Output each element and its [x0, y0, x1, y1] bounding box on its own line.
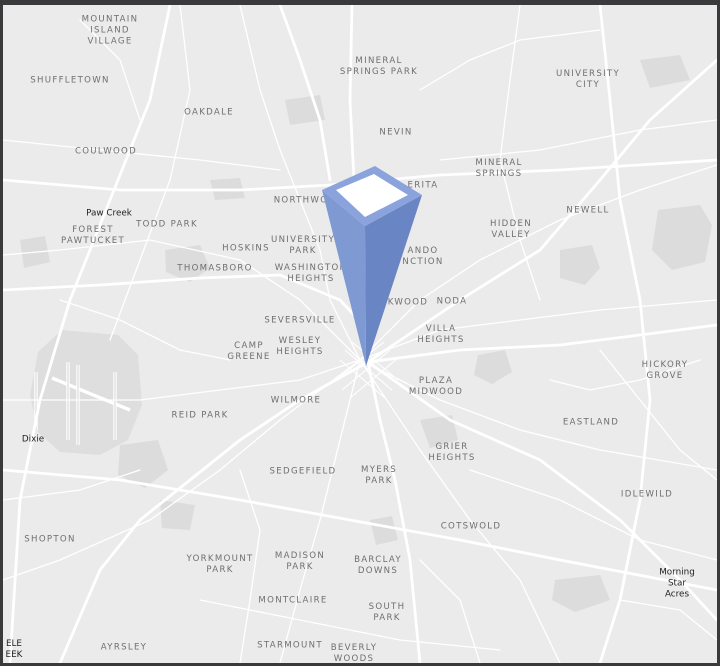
label-paw-creek: Paw Creek: [86, 208, 132, 219]
airport: [30, 330, 142, 455]
label-idlewild: IDLEWILD: [620, 489, 674, 500]
label-shuffletown: SHUFFLETOWN: [30, 75, 110, 86]
label-oakdale: OAKDALE: [184, 107, 234, 118]
label-university-park: UNIVERSITY PARK: [270, 235, 336, 256]
park-area: [640, 55, 690, 88]
label-shopton: SHOPTON: [24, 534, 76, 545]
label-south-park: SOUTH PARK: [368, 602, 406, 623]
label-madison-park: MADISON PARK: [274, 551, 326, 572]
label-todd-park: TODD PARK: [136, 219, 198, 230]
label-university-city: UNIVERSITY CITY: [555, 69, 621, 90]
label-northwood: NORTHWO: [273, 195, 329, 206]
label-starmount: STARMOUNT: [257, 640, 323, 651]
label-coulwood: COULWOOD: [74, 146, 138, 157]
label-grier-heights: GRIER HEIGHTS: [428, 442, 476, 463]
label-reid-park: REID PARK: [171, 410, 229, 421]
label-thomasboro: THOMASBORO: [177, 263, 253, 274]
label-cotswold: COTSWOLD: [440, 521, 502, 532]
label-forest-pawtucket: FOREST PAWTUCKET: [60, 225, 126, 246]
label-mountain-island-village: MOUNTAIN ISLAND VILLAGE: [81, 14, 139, 47]
label-newell: NEWELL: [566, 205, 610, 216]
label-hoskins: HOSKINS: [222, 243, 270, 254]
label-lockwood: KWOOD: [387, 297, 429, 308]
park-area: [652, 205, 712, 270]
park-area: [474, 350, 512, 384]
label-dixie: Dixie: [21, 434, 45, 445]
label-camp-greene: CAMP GREENE: [227, 341, 271, 362]
label-barclay-downs: BARCLAY DOWNS: [354, 555, 402, 576]
label-seversville: SEVERSVILLE: [264, 315, 336, 326]
label-hidden-valley: HIDDEN VALLEY: [490, 219, 532, 240]
label-washington-heights: WASHINGTON HEIGHTS: [274, 263, 348, 284]
label-nevin: NEVIN: [379, 127, 413, 138]
map-canvas[interactable]: MOUNTAIN ISLAND VILLAGE MINERAL SPRINGS …: [3, 5, 717, 663]
park-area: [552, 575, 610, 612]
label-derita: ERITA: [407, 180, 439, 191]
label-mineral-springs-park: MINERAL SPRINGS PARK: [339, 56, 419, 77]
label-villa-heights: VILLA HEIGHTS: [417, 324, 465, 345]
label-plaza-midwood: PLAZA MIDWOOD: [408, 376, 464, 397]
label-montclaire: MONTCLAIRE: [258, 595, 328, 606]
label-wilmore: WILMORE: [270, 395, 322, 406]
label-morning-star-acres: Morning Star Acres: [659, 567, 695, 600]
label-mineral-springs: MINERAL SPRINGS: [475, 158, 523, 179]
label-steele-creek: ELE EEK: [5, 639, 23, 660]
park-area: [370, 516, 398, 545]
label-hickory-grove: HICKORY GROVE: [641, 360, 689, 381]
label-myers-park: MYERS PARK: [360, 465, 398, 486]
label-sedgefield: SEDGEFIELD: [269, 466, 337, 477]
label-yorkmount-park: YORKMOUNT PARK: [186, 554, 254, 575]
label-beverly-woods: BEVERLY WOODS: [330, 643, 378, 663]
label-eastland: EASTLAND: [562, 417, 620, 428]
label-ayrsley: AYRSLEY: [100, 642, 148, 653]
label-orlando-junction: ANDO NCTION: [402, 246, 444, 267]
label-wesley-heights: WESLEY HEIGHTS: [276, 336, 324, 357]
park-area: [560, 245, 600, 285]
label-noda: NODA: [436, 296, 468, 307]
park-area: [160, 500, 195, 530]
